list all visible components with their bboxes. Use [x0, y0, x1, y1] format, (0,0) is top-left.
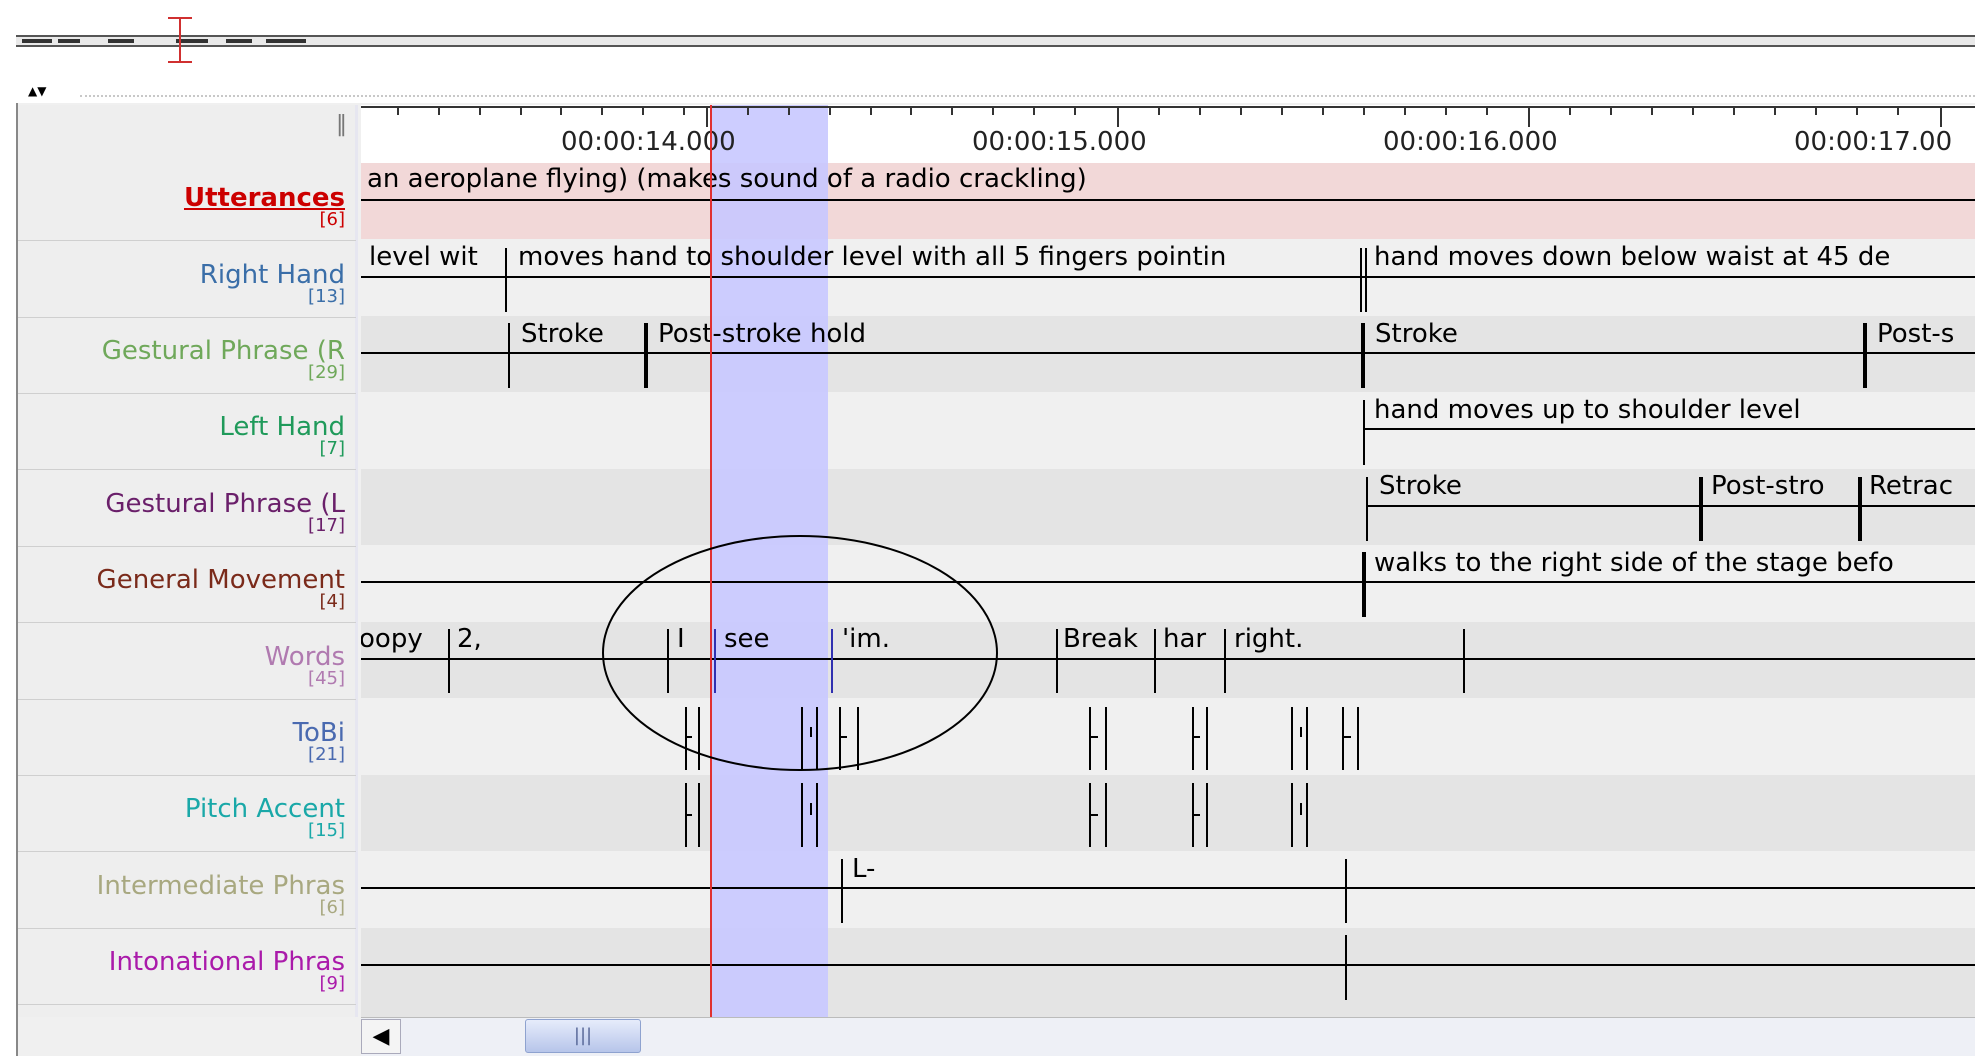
divider	[18, 928, 356, 929]
word-annotation[interactable]: see	[724, 624, 770, 654]
ruler-label: 00:00:15.000	[972, 127, 1147, 157]
divider	[18, 699, 356, 700]
tier-count: [17]	[308, 515, 345, 536]
overview-segment	[266, 39, 306, 43]
tier-label-gestural-phrase-l[interactable]: Gestural Phrase (L [17]	[15, 489, 345, 536]
tier-name: General Movement	[96, 565, 345, 595]
gestural-r-annotation[interactable]: Stroke	[1375, 319, 1458, 349]
tier-label-words[interactable]: Words [45]	[15, 642, 345, 689]
tier-label-right-hand[interactable]: Right Hand [13]	[15, 260, 345, 307]
divider	[18, 240, 356, 241]
general-movement-annotation[interactable]: walks to the right side of the stage bef…	[1374, 548, 1894, 578]
tier-label-gestural-phrase-r[interactable]: Gestural Phrase (R [29]	[15, 336, 345, 383]
scroll-left-button[interactable]: ◀	[361, 1019, 401, 1054]
word-annotation[interactable]: Break	[1063, 624, 1138, 654]
tier-name: Intermediate Phras	[96, 871, 345, 901]
tier-count: [7]	[319, 438, 346, 459]
tier-count: [6]	[319, 209, 346, 230]
intermediate-annotation[interactable]: L-	[852, 854, 875, 884]
tier-count: [15]	[308, 820, 345, 841]
tier-label-intonational-phrase[interactable]: Intonational Phras [9]	[15, 947, 346, 994]
tier-label-intermediate-phrase[interactable]: Intermediate Phras [6]	[15, 871, 346, 918]
tier-name: Intonational Phras	[108, 947, 345, 977]
tier-name: Gestural Phrase (L	[105, 489, 345, 519]
annotation-timeline[interactable]: 00:00:14.000 00:00:15.000 00:00:16.000 0…	[361, 105, 1975, 1017]
tier-label-tobi[interactable]: ToBi [21]	[15, 718, 345, 765]
divider	[18, 546, 356, 547]
divider	[18, 775, 356, 776]
tier-name: Words	[264, 642, 345, 672]
tier-label-general-movement[interactable]: General Movement [4]	[15, 565, 346, 612]
overview-segment	[226, 39, 252, 43]
tier-name: ToBi	[292, 718, 345, 748]
divider	[80, 95, 1975, 97]
overview-cursor-icon[interactable]	[164, 16, 198, 64]
tier-name: Left Hand	[219, 412, 345, 442]
tier-name: Right Hand	[199, 260, 345, 290]
tier-count: [13]	[308, 286, 345, 307]
row-bg	[361, 698, 1975, 775]
scrollbar-thumb[interactable]: |||	[525, 1019, 641, 1053]
tier-name: Utterances	[183, 183, 345, 213]
ruler-label: 00:00:14.000	[561, 127, 736, 157]
ruler-label: 00:00:16.000	[1383, 127, 1558, 157]
left-hand-annotation[interactable]: hand moves up to shoulder level	[1374, 395, 1801, 425]
tier-count: [4]	[319, 591, 346, 612]
tier-count: [45]	[308, 668, 345, 689]
word-annotation[interactable]: har	[1163, 624, 1206, 654]
tier-count: [29]	[308, 362, 345, 383]
word-annotation[interactable]: oopy	[361, 624, 423, 654]
utterance-annotation[interactable]: an aeroplane flying) (makes sound of a r…	[367, 164, 1087, 194]
ruler-label: 00:00:17.00	[1794, 127, 1952, 157]
divider	[18, 1004, 356, 1005]
divider	[18, 393, 356, 394]
gestural-l-annotation[interactable]: Post-stro	[1711, 471, 1825, 501]
right-hand-annotation[interactable]: hand moves down below waist at 45 de	[1374, 242, 1890, 272]
word-annotation[interactable]: 2,	[457, 624, 482, 654]
overview-segment	[22, 39, 52, 43]
timeline-canvas: 00:00:14.000 00:00:15.000 00:00:16.000 0…	[361, 105, 1975, 1017]
word-annotation[interactable]: right.	[1234, 624, 1303, 654]
gestural-l-annotation[interactable]: Stroke	[1379, 471, 1462, 501]
overview-track	[16, 35, 1975, 47]
row-bg	[361, 851, 1975, 928]
tier-scroll-arrows-icon[interactable]: ▲▼	[28, 84, 46, 98]
tier-name: Gestural Phrase (R	[101, 336, 345, 366]
gestural-l-annotation[interactable]: Retrac	[1869, 471, 1953, 501]
tier-count: [9]	[319, 973, 346, 994]
divider	[18, 317, 356, 318]
gestural-r-annotation[interactable]: Stroke	[521, 319, 604, 349]
row-bg	[361, 775, 1975, 851]
tier-count: [6]	[319, 897, 346, 918]
tier-label-pitch-accent[interactable]: Pitch Accent [15]	[15, 794, 345, 841]
right-hand-annotation[interactable]: level wit	[369, 242, 478, 272]
divider	[18, 851, 356, 852]
tier-name: Pitch Accent	[184, 794, 345, 824]
overview-segment	[58, 39, 80, 43]
tier-label-left-hand[interactable]: Left Hand [7]	[15, 412, 346, 459]
right-hand-annotation[interactable]: moves hand to shoulder level with all 5 …	[518, 242, 1226, 272]
word-annotation[interactable]: I	[677, 624, 685, 654]
word-annotation[interactable]: 'im.	[842, 624, 890, 654]
overview-strip[interactable]	[16, 17, 1975, 63]
splitter-handle-icon[interactable]: ‖	[336, 112, 347, 137]
tier-labels-column: Utterances [6] Right Hand [13] Gestural …	[18, 105, 358, 1017]
row-bg	[361, 928, 1975, 1017]
tier-label-utterances[interactable]: Utterances [6]	[15, 183, 346, 230]
tier-count: [21]	[308, 744, 345, 765]
gestural-r-annotation[interactable]: Post-stroke hold	[658, 319, 866, 349]
divider	[18, 622, 356, 623]
divider	[18, 469, 356, 470]
gestural-r-annotation[interactable]: Post-s	[1877, 319, 1954, 349]
overview-segment	[108, 39, 134, 43]
